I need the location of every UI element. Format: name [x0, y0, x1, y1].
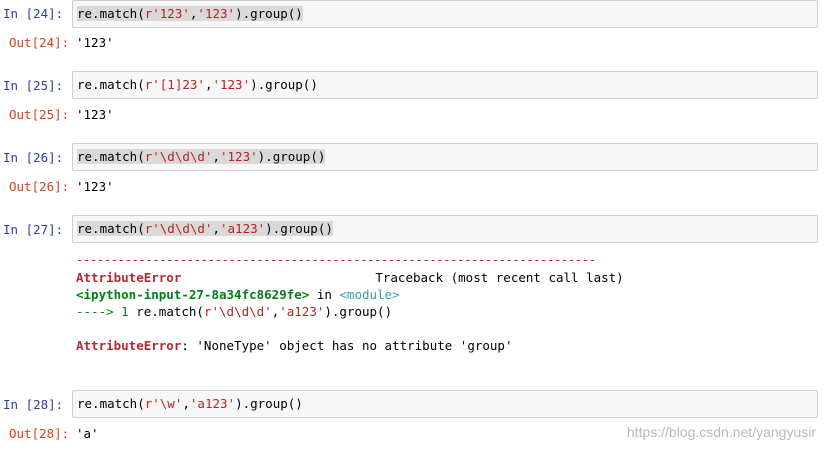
- target-string: 'a123': [220, 221, 266, 236]
- error-text: : 'NoneType' object has no attribute 'gr…: [181, 338, 513, 353]
- in-prompt-24: In [24]:: [3, 6, 64, 21]
- code-cell-27[interactable]: re.match(r'\d\d\d','a123').group(): [72, 215, 818, 243]
- input-reference: <ipython-input-27-8a34fc8629fe>: [76, 287, 310, 302]
- error-name: AttributeError: [76, 270, 182, 285]
- regex-string: r'\d\d\d': [144, 149, 213, 164]
- out-prompt-24: Out[24]:: [9, 35, 70, 50]
- code-text: ).group(): [324, 304, 393, 319]
- code-text: re.match(: [77, 221, 145, 236]
- target-string: 'a123': [279, 304, 325, 319]
- traceback-location: <ipython-input-27-8a34fc8629fe> in <modu…: [76, 286, 400, 303]
- traceback-arrow: ----> 1: [76, 304, 137, 319]
- target-string: '123': [197, 6, 236, 21]
- code-text: ,: [212, 221, 220, 236]
- regex-string: r'\w': [144, 396, 183, 411]
- regex-string: r'\d\d\d': [203, 304, 272, 319]
- code-selection: re.match(r'\d\d\d','a123').group(): [77, 221, 333, 236]
- code-selection: re.match(r'123','123').group(): [77, 6, 303, 21]
- error-name: AttributeError: [76, 338, 182, 353]
- in-prompt-26: In [26]:: [3, 150, 64, 165]
- out-prompt-25: Out[25]:: [9, 107, 70, 122]
- code-text: ,: [212, 149, 220, 164]
- code-text: ).group(): [235, 6, 303, 21]
- out-prompt-26: Out[26]:: [9, 179, 70, 194]
- target-string: 'a123': [189, 396, 236, 411]
- code-text: ).group(): [265, 221, 333, 236]
- traceback-divider: ----------------------------------------…: [76, 252, 596, 267]
- code-text: re.match(: [136, 304, 204, 319]
- in-word: in: [309, 287, 340, 302]
- code-text: re.match(: [77, 149, 145, 164]
- output-28: 'a': [76, 426, 99, 441]
- output-26: '123': [76, 179, 114, 194]
- code-text: ).group(): [235, 396, 303, 411]
- regex-string: r'[1]23': [144, 77, 205, 92]
- output-25: '123': [76, 107, 114, 122]
- out-prompt-28: Out[28]:: [9, 426, 70, 441]
- traceback-header: AttributeError Traceback (most recent cal…: [76, 269, 624, 286]
- code-cell-24[interactable]: re.match(r'123','123').group(): [72, 0, 818, 28]
- code-text: re.match(: [77, 396, 145, 411]
- module-name: <module>: [339, 287, 400, 302]
- output-24: '123': [76, 35, 114, 50]
- code-cell-28[interactable]: re.match(r'\w','a123').group(): [72, 390, 818, 418]
- code-text: re.match(: [77, 77, 145, 92]
- regex-string: r'123': [144, 6, 190, 21]
- regex-string: r'\d\d\d': [144, 221, 213, 236]
- in-prompt-28: In [28]:: [3, 397, 64, 412]
- code-text: ).group(): [257, 149, 326, 164]
- code-text: ,: [182, 396, 190, 411]
- target-string: '123': [220, 149, 258, 164]
- code-cell-26[interactable]: re.match(r'\d\d\d','123').group(): [72, 143, 818, 171]
- error-message: AttributeError: 'NoneType' object has no…: [76, 337, 513, 354]
- in-prompt-27: In [27]:: [3, 222, 64, 237]
- in-prompt-25: In [25]:: [3, 78, 64, 93]
- watermark: https://blog.csdn.net/yangyusir: [626, 424, 816, 440]
- code-cell-25[interactable]: re.match(r'[1]23','123').group(): [72, 71, 818, 99]
- code-text: re.match(: [77, 6, 145, 21]
- code-text: ).group(): [250, 77, 318, 92]
- traceback-label: Traceback (most recent call last): [375, 270, 624, 285]
- target-string: '123': [212, 77, 251, 92]
- code-selection: re.match(r'\d\d\d','123').group(): [77, 149, 326, 164]
- traceback-line: ----> 1 re.match(r'\d\d\d','a123').group…: [76, 303, 392, 320]
